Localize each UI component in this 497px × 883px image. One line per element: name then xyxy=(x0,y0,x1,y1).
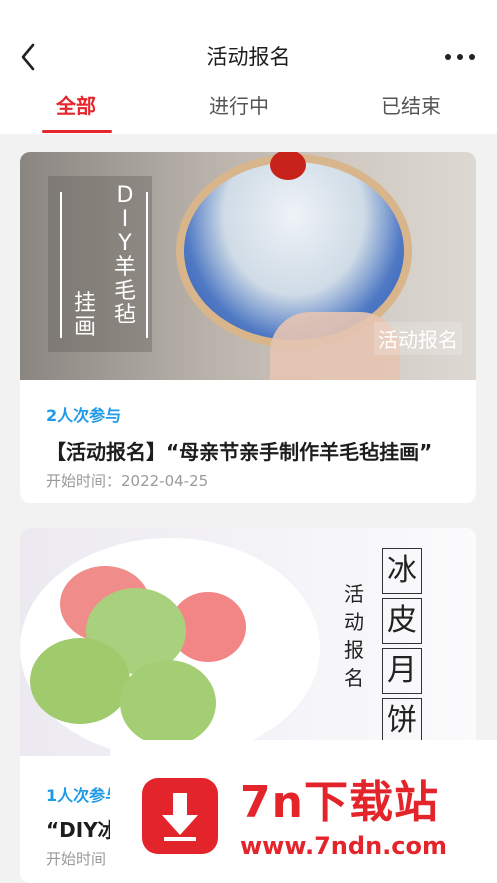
tab-bar: 全部 进行中 已结束 xyxy=(0,88,497,134)
tab-ongoing[interactable]: 进行中 xyxy=(209,92,269,120)
banner-big-text: 冰 xyxy=(382,548,422,594)
banner-tag: 活动报名 xyxy=(374,322,462,355)
activity-card[interactable]: D I Y 羊 毛 毡 挂 画 活动报名 2人次参与 【活动报名】“母亲节亲手制… xyxy=(20,152,476,503)
watermark-url: www.7ndn.com xyxy=(240,832,447,860)
banner-text: D I Y xyxy=(116,183,134,256)
page-title: 活动报名 xyxy=(206,45,291,69)
tab-indicator xyxy=(42,130,112,133)
nav-bar: 活动报名 xyxy=(0,0,497,88)
download-arrow-icon xyxy=(142,778,218,854)
activity-banner: 活 动 报 名 冰 皮 月 饼 xyxy=(20,528,476,756)
start-time: 开始时间：2022-04-25 xyxy=(46,472,209,490)
start-time: 开始时间 xyxy=(46,850,107,868)
tab-ended[interactable]: 已结束 xyxy=(381,92,441,120)
more-button[interactable] xyxy=(445,46,475,68)
more-dots-icon xyxy=(445,54,451,60)
activity-title: 【活动报名】“母亲节亲手制作羊毛毡挂画” xyxy=(46,440,433,464)
tab-all[interactable]: 全部 xyxy=(56,92,96,120)
watermark-title: 7n下载站 xyxy=(240,777,439,828)
participant-count: 2人次参与 xyxy=(46,406,122,425)
watermark-overlay: 7n下载站 www.7ndn.com xyxy=(110,740,497,883)
banner-small-text: 活 动 报 名 xyxy=(344,582,364,690)
activity-banner: D I Y 羊 毛 毡 挂 画 活动报名 xyxy=(20,152,476,380)
